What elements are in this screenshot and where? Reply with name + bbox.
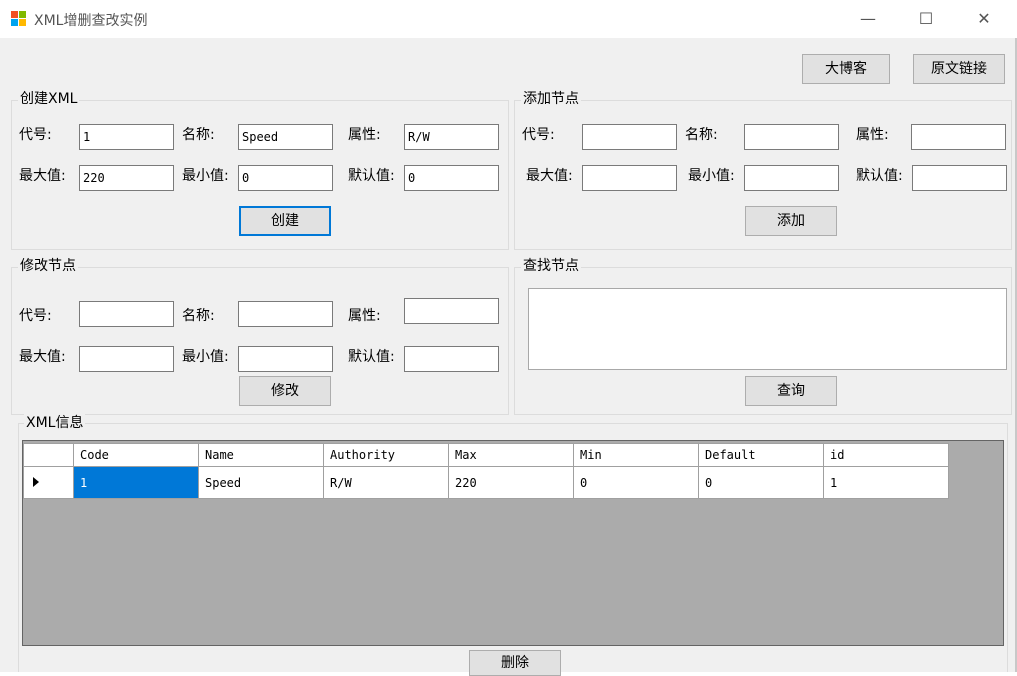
- query-textarea[interactable]: [528, 288, 1007, 370]
- column-header-code[interactable]: Code: [73, 443, 199, 467]
- attr-label: 属性:: [348, 127, 381, 143]
- max-label: 最大值:: [526, 168, 573, 184]
- create-min-input[interactable]: 0: [238, 165, 333, 191]
- row-header[interactable]: [23, 466, 74, 499]
- code-label: 代号:: [19, 127, 52, 143]
- default-label: 默认值:: [348, 349, 395, 365]
- create-max-input[interactable]: 220: [79, 165, 174, 191]
- code-label: 代号:: [522, 127, 555, 143]
- blog-button[interactable]: 大博客: [802, 54, 890, 84]
- min-label: 最小值:: [182, 168, 229, 184]
- modify-max-input[interactable]: [79, 346, 174, 372]
- default-label: 默认值:: [348, 168, 395, 184]
- modify-default-input[interactable]: [404, 346, 499, 372]
- table-cell[interactable]: 1: [73, 466, 199, 499]
- add-max-input[interactable]: [582, 165, 677, 191]
- maximize-button[interactable]: ☐: [897, 0, 955, 38]
- modify-min-input[interactable]: [238, 346, 333, 372]
- name-label: 名称:: [685, 127, 718, 143]
- xml-info-legend: XML信息: [24, 414, 86, 432]
- column-header-default[interactable]: Default: [698, 443, 824, 467]
- modify-attr-input[interactable]: [404, 298, 499, 324]
- max-label: 最大值:: [19, 349, 66, 365]
- max-label: 最大值:: [19, 168, 66, 184]
- app-icon: [11, 11, 27, 27]
- table-cell[interactable]: 0: [698, 466, 824, 499]
- add-default-input[interactable]: [912, 165, 1007, 191]
- column-header-min[interactable]: Min: [573, 443, 699, 467]
- query-button[interactable]: 查询: [745, 376, 837, 406]
- modify-button[interactable]: 修改: [239, 376, 331, 406]
- query-node-legend: 查找节点: [521, 257, 581, 275]
- modify-node-legend: 修改节点: [18, 257, 78, 275]
- form-client-area: 大博客 原文链接 创建XML 代号: 1 名称: Speed 属性: R/W 最…: [0, 38, 1017, 676]
- add-min-input[interactable]: [744, 165, 839, 191]
- add-name-input[interactable]: [744, 124, 839, 150]
- source-link-button[interactable]: 原文链接: [913, 54, 1005, 84]
- add-node-group: 添加节点 代号: 名称: 属性: 最大值: 最小值: 默认值: 添加: [514, 90, 1012, 250]
- add-node-legend: 添加节点: [521, 90, 581, 108]
- create-attr-input[interactable]: R/W: [404, 124, 499, 150]
- table-cell[interactable]: 0: [573, 466, 699, 499]
- create-default-input[interactable]: 0: [404, 165, 499, 191]
- table-cell[interactable]: R/W: [323, 466, 449, 499]
- create-code-input[interactable]: 1: [79, 124, 174, 150]
- create-name-input[interactable]: Speed: [238, 124, 333, 150]
- table-cell[interactable]: 1: [823, 466, 949, 499]
- xml-table: Code Name Authority Max Min Default id 1…: [23, 443, 949, 499]
- create-xml-group: 创建XML 代号: 1 名称: Speed 属性: R/W 最大值: 220 最…: [11, 90, 509, 250]
- name-label: 名称:: [182, 127, 215, 143]
- attr-label: 属性:: [856, 127, 889, 143]
- delete-button[interactable]: 删除: [469, 650, 561, 676]
- table-cell[interactable]: Speed: [198, 466, 324, 499]
- name-label: 名称:: [182, 308, 215, 324]
- create-xml-legend: 创建XML: [18, 90, 80, 108]
- table-cell[interactable]: 220: [448, 466, 574, 499]
- column-header-id[interactable]: id: [823, 443, 949, 467]
- current-row-arrow-icon: [33, 476, 39, 487]
- title-bar: XML增删查改实例 — ☐ ✕: [0, 0, 1017, 38]
- column-header-authority[interactable]: Authority: [323, 443, 449, 467]
- add-attr-input[interactable]: [911, 124, 1006, 150]
- xml-data-grid[interactable]: Code Name Authority Max Min Default id 1…: [22, 440, 1004, 646]
- modify-node-group: 修改节点 代号: 名称: 属性: 最大值: 最小值: 默认值: 修改: [11, 257, 509, 415]
- attr-label: 属性:: [348, 308, 381, 324]
- close-button[interactable]: ✕: [955, 0, 1013, 38]
- default-label: 默认值:: [856, 168, 903, 184]
- modify-code-input[interactable]: [79, 301, 174, 327]
- modify-name-input[interactable]: [238, 301, 333, 327]
- add-code-input[interactable]: [582, 124, 677, 150]
- min-label: 最小值:: [688, 168, 735, 184]
- table-row[interactable]: 1 Speed R/W 220 0 0 1: [23, 466, 949, 499]
- column-header-max[interactable]: Max: [448, 443, 574, 467]
- create-button[interactable]: 创建: [239, 206, 331, 236]
- window-title: XML增删查改实例: [34, 13, 148, 29]
- query-node-group: 查找节点 查询: [514, 257, 1012, 415]
- grid-corner-cell[interactable]: [23, 443, 74, 467]
- table-header-row: Code Name Authority Max Min Default id: [23, 443, 949, 467]
- column-header-name[interactable]: Name: [198, 443, 324, 467]
- code-label: 代号:: [19, 308, 52, 324]
- minimize-button[interactable]: —: [839, 0, 897, 38]
- min-label: 最小值:: [182, 349, 229, 365]
- add-button[interactable]: 添加: [745, 206, 837, 236]
